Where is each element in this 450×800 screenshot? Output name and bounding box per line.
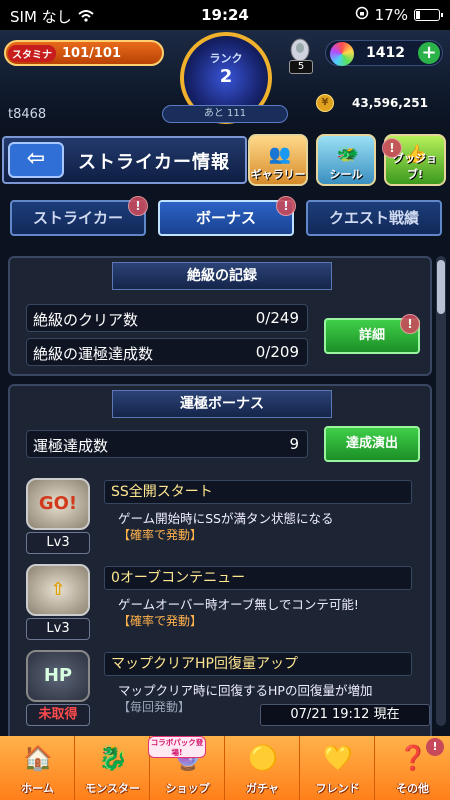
- tab-bar: ストライカー ! ボーナス ! クエスト戦績: [0, 196, 450, 242]
- seal-button[interactable]: 🐲 シール: [316, 134, 376, 186]
- clear-count-label: 絶級のクリア数: [33, 311, 139, 329]
- unkiwame-count-value: 0/209: [255, 343, 299, 361]
- nav-friend[interactable]: 💛 フレンド: [300, 736, 375, 800]
- bonus-name: SS全開スタート: [104, 480, 412, 504]
- gallery-button[interactable]: 👥 ギャラリー: [248, 134, 308, 186]
- orb-value: 1412: [366, 45, 405, 61]
- bonus-condition: 【確率で発動】: [118, 614, 203, 628]
- records-heading: 絶級の記録: [112, 262, 332, 290]
- tab-bonus-badge: !: [276, 196, 296, 216]
- title-row: ⇦ ストライカー情報 👥 ギャラリー ! 🐲 シール ! 👍 グッジョブ! !: [0, 132, 450, 282]
- bonus-name: 0オーブコンテニュー: [104, 566, 412, 590]
- gallery-icon: 👥: [268, 144, 292, 165]
- bonus-level-locked: 未取得: [26, 704, 90, 726]
- unkiwame-panel: 運極ボーナス 運極達成数 9 達成演出 GO! Lv3 SS全開スタート ゲーム…: [8, 384, 432, 736]
- stamina-label: スタミナ: [8, 45, 56, 62]
- unkiwame-heading: 運極ボーナス: [112, 390, 332, 418]
- user-id: t8468: [8, 107, 47, 122]
- updated-timestamp: 07/21 19:12 現在: [260, 704, 430, 726]
- nav-home[interactable]: 🏠 ホーム: [0, 736, 75, 800]
- nav-gacha[interactable]: 🟡 ガチャ: [225, 736, 300, 800]
- orb-counter: 1412 +: [325, 40, 443, 66]
- rank-value: 2: [219, 66, 233, 87]
- orb-icon: [330, 42, 354, 66]
- tab-striker-badge: !: [128, 196, 148, 216]
- battery-icon: [414, 9, 443, 21]
- scrollbar[interactable]: [436, 256, 446, 726]
- stamina-value: 101/101: [62, 46, 122, 61]
- bonus-item[interactable]: GO! Lv3 SS全開スタート ゲーム開始時にSSが満タン状態になる 【確率で…: [22, 478, 422, 560]
- bonus-level: Lv3: [26, 618, 90, 640]
- unkiwame-achieved-label: 運極達成数: [33, 437, 109, 455]
- scroll-thumb[interactable]: [437, 260, 445, 314]
- detail-notice-badge: !: [400, 314, 420, 334]
- nav-other-label: その他: [396, 782, 429, 795]
- nav-monster-label: モンスター: [85, 782, 140, 795]
- records-panel: 絶級の記録 絶級のクリア数 0/249 絶級の運極達成数 0/209 詳細 !: [8, 256, 432, 376]
- back-arrow-icon: ⇦: [26, 146, 46, 171]
- bonus-item[interactable]: ⇧ Lv3 0オーブコンテニュー ゲームオーバー時オーブ無しでコンテ可能! 【確…: [22, 564, 422, 646]
- bonus-description: マップクリア時に回復するHPの回復量が増加: [118, 683, 373, 698]
- header: スタミナ 101/101 ランク 2 あと 111 5 1412 + t8468…: [0, 30, 450, 130]
- gallery-label: ギャラリー: [250, 168, 306, 181]
- next-rank-bar: あと 111: [162, 105, 288, 123]
- nav-home-label: ホーム: [21, 782, 54, 795]
- nav-other[interactable]: ❓ その他 !: [375, 736, 450, 800]
- bonus-condition: 【毎回発動】: [118, 700, 191, 714]
- bonus-content: 絶級の記録 絶級のクリア数 0/249 絶級の運極達成数 0/209 詳細 ! …: [8, 256, 432, 736]
- nav-gacha-label: ガチャ: [246, 782, 279, 795]
- add-orbs-button[interactable]: +: [418, 42, 440, 64]
- nav-other-badge: !: [426, 738, 444, 756]
- seal-label: シール: [329, 168, 363, 181]
- coin-icon: ¥: [316, 94, 334, 112]
- egg-count: 5: [289, 60, 313, 74]
- gacha-icon: 🟡: [248, 744, 278, 772]
- unkiwame-achieved-value: 9: [289, 435, 299, 453]
- unkiwame-count-row: 絶級の運極達成数 0/209: [26, 338, 308, 366]
- bonus-name: マップクリアHP回復量アップ: [104, 652, 412, 676]
- bonus-condition: 【確率で発動】: [118, 528, 203, 542]
- nav-shop-label: ショップ: [165, 782, 210, 795]
- rank-label: ランク: [209, 52, 243, 65]
- orb-continue-icon: ⇧: [26, 564, 90, 616]
- clear-count-value: 0/249: [255, 309, 299, 327]
- unkiwame-count-label: 絶級の運極達成数: [33, 345, 154, 363]
- bottom-nav: 🏠 ホーム 🐉 モンスター 🔮 ショップ 🟡 ガチャ 💛 フレンド ❓ その他 …: [0, 736, 450, 800]
- clear-count-row: 絶級のクリア数 0/249: [26, 304, 308, 332]
- back-button[interactable]: ⇦: [8, 142, 64, 178]
- unkiwame-achieved-row: 運極達成数 9: [26, 430, 308, 458]
- ss-start-icon: GO!: [26, 478, 90, 530]
- home-icon: 🏠: [23, 744, 53, 772]
- page-title: ストライカー情報: [78, 152, 230, 173]
- monster-icon: 🐉: [98, 744, 128, 772]
- seal-icon: 🐲: [336, 144, 360, 165]
- egg-box[interactable]: 5: [285, 38, 315, 74]
- collab-pack-tag: コラボパック登場!: [148, 736, 206, 758]
- battery-group: 17%: [355, 6, 443, 24]
- nav-friend-label: フレンド: [315, 782, 360, 795]
- coin-value: 43,596,251: [352, 96, 428, 110]
- friend-icon: 💛: [323, 744, 353, 772]
- tab-quest-record[interactable]: クエスト戦績: [306, 200, 442, 236]
- bonus-level: Lv3: [26, 532, 90, 554]
- nav-monster[interactable]: 🐉 モンスター: [75, 736, 150, 800]
- bonus-description: ゲームオーバー時オーブ無しでコンテ可能!: [118, 597, 359, 612]
- hp-recover-icon: HP: [26, 650, 90, 702]
- status-bar: SIM なし 19:24 17%: [0, 0, 450, 30]
- stamina-bar[interactable]: スタミナ 101/101: [4, 40, 164, 66]
- achievement-effect-button[interactable]: 達成演出: [324, 426, 420, 462]
- orientation-lock-icon: [355, 6, 369, 24]
- tab-striker[interactable]: ストライカー: [10, 200, 146, 236]
- tab-bonus[interactable]: ボーナス: [158, 200, 294, 236]
- bonus-description: ゲーム開始時にSSが満タン状態になる: [118, 511, 334, 526]
- battery-percent: 17%: [374, 6, 408, 24]
- goodjob-notice-badge: !: [382, 138, 402, 158]
